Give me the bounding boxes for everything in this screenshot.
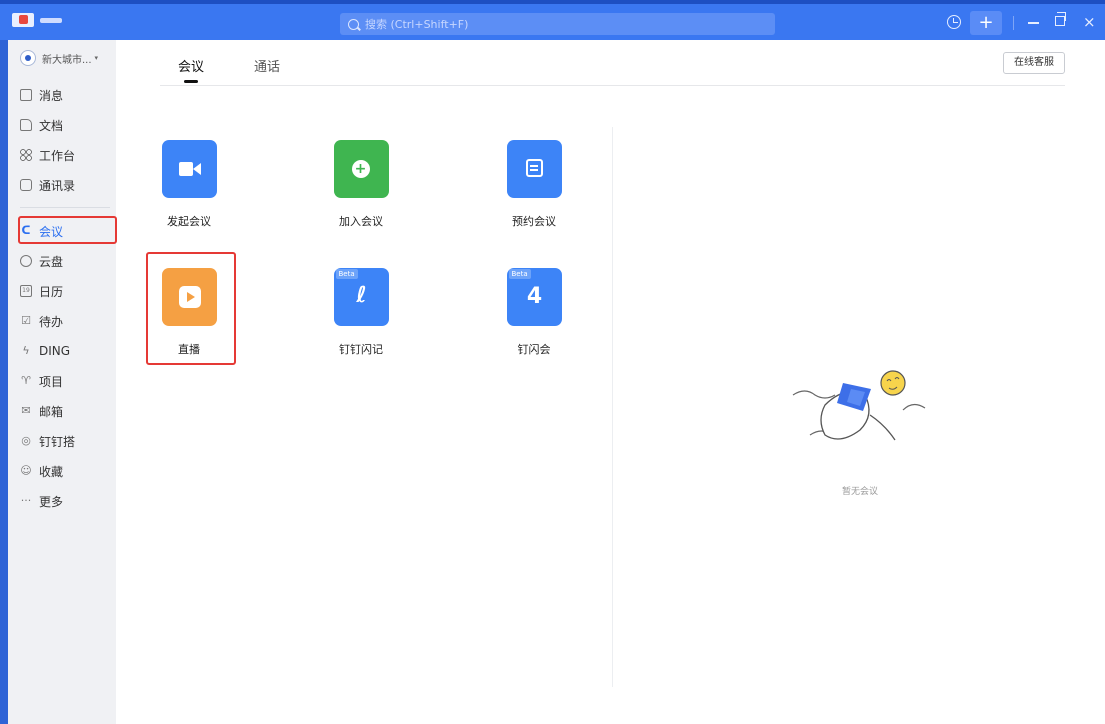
sidebar-item-label: 待办 bbox=[39, 314, 64, 329]
sidebar-item-label: 云盘 bbox=[39, 254, 64, 269]
join-meeting-tile[interactable]: + 加入会议 bbox=[313, 140, 409, 229]
tile-label: 钉钉闪记 bbox=[339, 343, 383, 356]
sidebar-item-label: 钉钉搭 bbox=[39, 434, 76, 449]
favorite-icon: ☺ bbox=[20, 464, 32, 477]
content-divider bbox=[612, 127, 613, 687]
sidebar-item-messages[interactable]: 消息 bbox=[20, 82, 116, 108]
sidebar-item-favorites[interactable]: ☺ 收藏 bbox=[20, 458, 116, 484]
restore-icon[interactable] bbox=[1055, 12, 1066, 26]
start-meeting-tile[interactable]: 发起会议 bbox=[141, 140, 237, 229]
calendar-schedule-icon bbox=[525, 159, 543, 177]
project-icon: ♈ bbox=[21, 374, 31, 387]
cloud-icon bbox=[20, 255, 32, 267]
app-logo-icon bbox=[12, 13, 34, 27]
sidebar-item-label: 文档 bbox=[39, 118, 64, 133]
sidebar-item-label: 日历 bbox=[39, 284, 64, 299]
close-icon[interactable]: × bbox=[1083, 14, 1096, 30]
sidebar-item-cloud[interactable]: 云盘 bbox=[20, 248, 116, 274]
org-avatar bbox=[20, 50, 36, 66]
message-icon bbox=[20, 89, 32, 101]
tab-meeting[interactable]: 会议 bbox=[178, 56, 204, 83]
ding-icon: ϟ bbox=[22, 344, 30, 357]
minimize-icon[interactable] bbox=[1028, 22, 1039, 24]
meeting-highlight-box bbox=[18, 216, 117, 244]
sidebar-item-calendar[interactable]: 19 日历 bbox=[20, 278, 116, 304]
sidebar-item-todo[interactable]: ☑ 待办 bbox=[20, 308, 116, 334]
sidebar-item-label: 通讯录 bbox=[39, 178, 76, 193]
tile-label: 发起会议 bbox=[167, 215, 211, 228]
tile-label: 预约会议 bbox=[512, 215, 556, 228]
tile-label: 钉闪会 bbox=[517, 343, 551, 356]
flash-meeting-icon-tile[interactable]: Beta 4 bbox=[506, 268, 562, 326]
meeting-tabs: 会议 通话 在线客服 bbox=[160, 40, 1065, 86]
flash-note-tile[interactable]: Beta ℓ 钉钉闪记 bbox=[313, 268, 409, 357]
sidebar-item-mail[interactable]: ✉ 邮箱 bbox=[20, 398, 116, 424]
flash-note-icon: ℓ bbox=[356, 283, 367, 308]
sidebar-item-workbench[interactable]: 工作台 bbox=[20, 142, 116, 168]
calendar-icon: 19 bbox=[20, 285, 32, 297]
search-icon bbox=[348, 18, 359, 30]
document-icon bbox=[20, 119, 32, 131]
sidebar-item-label: 更多 bbox=[39, 494, 64, 509]
start-meeting-icon-tile[interactable] bbox=[161, 140, 217, 198]
live-highlight-box bbox=[146, 252, 236, 365]
mail-icon: ✉ bbox=[21, 404, 31, 417]
sidebar-item-dingda[interactable]: ◎ 钉钉搭 bbox=[20, 428, 116, 454]
sidebar-item-docs[interactable]: 文档 bbox=[20, 112, 116, 138]
join-meeting-icon-tile[interactable]: + bbox=[333, 140, 389, 198]
title-placeholder-bar bbox=[40, 18, 62, 23]
dingda-icon: ◎ bbox=[21, 434, 31, 447]
tab-call[interactable]: 通话 bbox=[254, 56, 280, 75]
add-button[interactable]: + bbox=[970, 11, 1002, 35]
empty-state-text: 暂无会议 bbox=[841, 487, 878, 497]
title-bar: + × bbox=[0, 0, 1105, 40]
org-switcher[interactable]: 新大城市... ▾ bbox=[20, 50, 98, 66]
search-input[interactable] bbox=[365, 17, 765, 31]
sidebar-item-ding[interactable]: ϟ DING bbox=[20, 338, 116, 364]
sidebar-item-label: 项目 bbox=[39, 374, 64, 389]
sidebar-item-label: 收藏 bbox=[39, 464, 64, 479]
org-name: 新大城市... bbox=[42, 54, 92, 66]
sidebar-item-more[interactable]: ··· 更多 bbox=[20, 488, 116, 514]
contacts-icon bbox=[20, 179, 32, 191]
video-camera-icon bbox=[178, 162, 201, 176]
empty-state-illustration bbox=[792, 370, 926, 441]
sidebar-item-contacts[interactable]: 通讯录 bbox=[20, 172, 116, 198]
workbench-icon bbox=[20, 149, 32, 161]
tile-label: 加入会议 bbox=[339, 215, 383, 228]
sidebar-divider bbox=[20, 207, 110, 208]
sidebar: 新大城市... ▾ 消息 文档 工作台 通讯录 ᑕ 会议 云盘 19 日历 ☑ … bbox=[0, 40, 117, 724]
sidebar-item-label: 邮箱 bbox=[39, 404, 64, 419]
customer-service-button[interactable]: 在线客服 bbox=[1003, 52, 1065, 74]
flash-note-icon-tile[interactable]: Beta ℓ bbox=[333, 268, 389, 326]
sidebar-item-project[interactable]: ♈ 项目 bbox=[20, 368, 116, 394]
join-plus-icon: + bbox=[351, 160, 370, 178]
global-search[interactable] bbox=[340, 13, 775, 35]
sidebar-item-label: DING bbox=[39, 344, 71, 358]
flash-meeting-icon: 4 bbox=[526, 284, 543, 309]
chevron-down-icon: ▾ bbox=[94, 54, 99, 62]
beta-badge: Beta bbox=[335, 269, 358, 279]
flash-meeting-tile[interactable]: Beta 4 钉闪会 bbox=[486, 268, 582, 357]
beta-badge: Beta bbox=[508, 269, 531, 279]
more-icon: ··· bbox=[20, 494, 32, 507]
sidebar-item-label: 工作台 bbox=[39, 148, 76, 163]
schedule-meeting-tile[interactable]: 预约会议 bbox=[486, 140, 582, 229]
history-icon[interactable] bbox=[947, 15, 961, 29]
schedule-meeting-icon-tile[interactable] bbox=[506, 140, 562, 198]
titlebar-divider bbox=[1013, 16, 1014, 30]
todo-icon: ☑ bbox=[21, 314, 31, 327]
sidebar-item-label: 消息 bbox=[39, 88, 64, 103]
